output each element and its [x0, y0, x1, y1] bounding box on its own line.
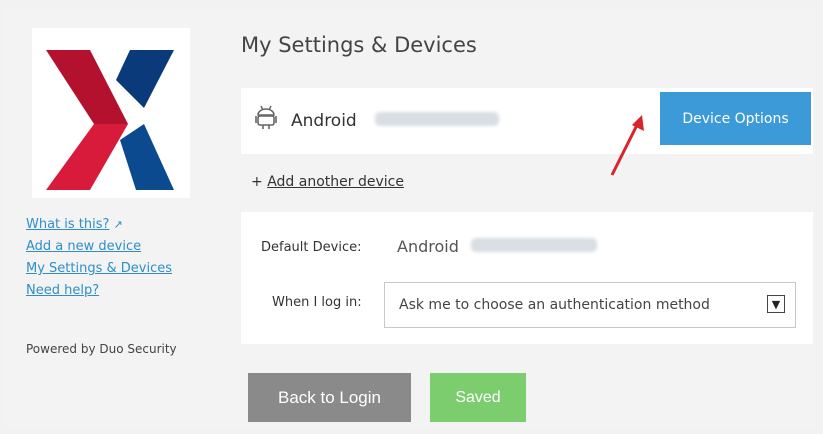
brand-logo: [32, 28, 190, 198]
login-method-selected: Ask me to choose an authentication metho…: [399, 297, 710, 313]
powered-by-text: Powered by Duo Security: [26, 342, 177, 356]
plus-icon: +: [251, 174, 263, 190]
device-settings-panel: Default Device: Android When I log in: A…: [241, 212, 813, 344]
x-logo-icon: [46, 50, 174, 190]
sidebar-link-what-is-this[interactable]: What is this? ↗: [26, 215, 216, 235]
saved-button[interactable]: Saved: [430, 373, 526, 422]
redacted-phone-number: [471, 238, 597, 252]
external-link-icon: ↗: [113, 218, 123, 231]
redacted-phone-number: [375, 112, 499, 126]
default-device-label: Default Device:: [261, 240, 362, 255]
sidebar-link-settings-devices[interactable]: My Settings & Devices: [26, 259, 216, 279]
login-method-select[interactable]: Ask me to choose an authentication metho…: [384, 282, 796, 328]
add-another-device-link[interactable]: + Add another device: [251, 174, 404, 190]
sidebar-link-add-device[interactable]: Add a new device: [26, 237, 216, 257]
sidebar-links: What is this? ↗ Add a new device My Setti…: [26, 215, 216, 303]
device-name: Android: [291, 111, 357, 131]
android-icon: [255, 105, 277, 129]
sidebar-link-need-help[interactable]: Need help?: [26, 281, 216, 301]
add-another-device-label: Add another device: [267, 174, 404, 190]
back-to-login-button[interactable]: Back to Login: [248, 373, 411, 422]
page-title: My Settings & Devices: [241, 33, 477, 57]
device-options-button[interactable]: Device Options: [660, 92, 811, 145]
default-device-value: Android: [397, 237, 459, 256]
sidebar-link-label: What is this?: [26, 217, 110, 232]
chevron-down-icon[interactable]: ▼: [767, 295, 785, 313]
when-i-log-in-label: When I log in:: [272, 295, 362, 310]
annotation-arrow-icon: [610, 115, 644, 176]
